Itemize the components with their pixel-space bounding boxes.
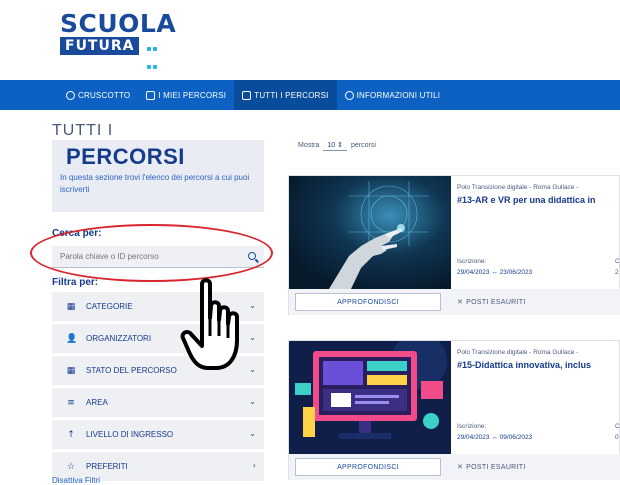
list-icon: ≡ [67, 397, 75, 408]
hand-pointer-icon [180, 278, 239, 370]
filter-label-livello: LIVELLO DI INGRESSO [86, 430, 174, 439]
nav-miei-percorsi-label: I MIEI PERCORSI [158, 90, 227, 100]
dashboard-icon [66, 90, 75, 100]
disable-filters-link[interactable]: Disattiva Filtri [52, 476, 100, 485]
course-image-didattica[interactable] [289, 341, 451, 454]
nav-informazioni-utili[interactable]: INFORMAZIONI UTILI [337, 80, 449, 110]
star-icon: ☆ [66, 461, 76, 472]
grid-icon [242, 90, 252, 100]
close-icon: ✕ [457, 463, 464, 471]
highlight-circle [30, 224, 273, 282]
header: SCUOLA FUTURA [0, 0, 620, 80]
course-card: Polo Transizione digitale - Roma Gullace… [288, 340, 620, 480]
grid-icon: ▦ [66, 301, 76, 312]
close-icon: ✕ [457, 298, 464, 306]
logo-line1: SCUOLA [60, 9, 177, 38]
filter-label-stato: STATO DEL PERCORSO [86, 366, 177, 375]
chevron-down-icon: ⌄ [249, 397, 256, 406]
enroll-label: Iscrizione: [457, 258, 487, 265]
chevron-down-icon: ⌄ [249, 429, 256, 438]
course-title[interactable]: #15-Didattica innovativa, inclus [457, 360, 591, 370]
course-organizer: Polo Transizione digitale - Roma Gullace… [457, 184, 579, 191]
nav-cruscotto[interactable]: CRUSCOTTO [58, 80, 138, 110]
course-extra-value: 0 [615, 434, 619, 441]
monitor-icon [146, 90, 156, 100]
chevron-right-icon: › [252, 461, 256, 470]
page-title-small: TUTTI I [52, 122, 114, 139]
course-card: Polo Transizione digitale - Roma Gullace… [288, 175, 620, 315]
filter-label: Filtra per: [52, 277, 99, 288]
course-organizer: Polo Transizione digitale - Roma Gullace… [457, 349, 579, 356]
approfondisci-button[interactable]: APPROFONDISCI [295, 293, 441, 311]
filter-label-organizzatori: ORGANIZZATORI [86, 334, 152, 343]
show-label: Mostra [298, 142, 320, 149]
nav-miei-percorsi[interactable]: I MIEI PERCORSI [138, 80, 234, 110]
logo-dots-icon [146, 39, 158, 75]
show-suffix: percorsi [351, 142, 376, 149]
filter-livello-ingresso[interactable]: ↑ LIVELLO DI INGRESSO ⌄ [52, 420, 264, 449]
enroll-dates: 29/04/2023 ↔ 23/06/2023 [457, 269, 533, 276]
filter-label-preferiti: PREFERITI [86, 462, 128, 471]
card-footer: APPROFONDISCI ✕ POSTI ESAURITI [289, 454, 620, 480]
card-footer: APPROFONDISCI ✕ POSTI ESAURITI [289, 289, 620, 315]
enroll-label: Iscrizione: [457, 423, 487, 430]
arrow-up-icon: ↑ [67, 429, 75, 440]
nav-tutti-percorsi[interactable]: TUTTI I PERCORSI [234, 80, 337, 110]
filter-label-area: AREA [86, 398, 108, 407]
approfondisci-button[interactable]: APPROFONDISCI [295, 458, 441, 476]
filter-label-categorie: CATEGORIE [86, 302, 133, 311]
status-badge: ✕ POSTI ESAURITI [457, 298, 526, 306]
course-extra-value: 2 [615, 269, 619, 276]
page-title: PERCORSI [66, 144, 185, 169]
info-icon [344, 90, 354, 100]
nav-informazioni-utili-label: INFORMAZIONI UTILI [356, 90, 441, 100]
course-extra-label: C [615, 258, 620, 265]
filter-area[interactable]: ≡ AREA ⌄ [52, 388, 264, 417]
page-size-control: Mostra 10 ⇕ percorsi [298, 140, 376, 151]
page-size-select[interactable]: 10 ⇕ [323, 140, 348, 151]
logo-line2: FUTURA [60, 37, 140, 55]
main-nav: CRUSCOTTO I MIEI PERCORSI TUTTI I PERCOR… [0, 80, 620, 110]
scuola-futura-logo[interactable]: SCUOLA FUTURA [60, 9, 177, 69]
user-icon: 👤 [66, 333, 78, 344]
grid-icon: ▦ [66, 365, 76, 376]
status-badge: ✕ POSTI ESAURITI [457, 463, 526, 471]
course-title[interactable]: #13-AR e VR per una didattica in [457, 195, 596, 205]
course-image-ar-vr[interactable] [289, 176, 451, 289]
enroll-dates: 29/04/2023 ↔ 09/06/2023 [457, 434, 533, 441]
nav-cruscotto-label: CRUSCOTTO [78, 90, 131, 100]
nav-tutti-percorsi-label: TUTTI I PERCORSI [254, 90, 329, 100]
course-extra-label: C [615, 423, 620, 430]
intro-description: In questa sezione trovi l'elenco dei per… [60, 173, 250, 194]
